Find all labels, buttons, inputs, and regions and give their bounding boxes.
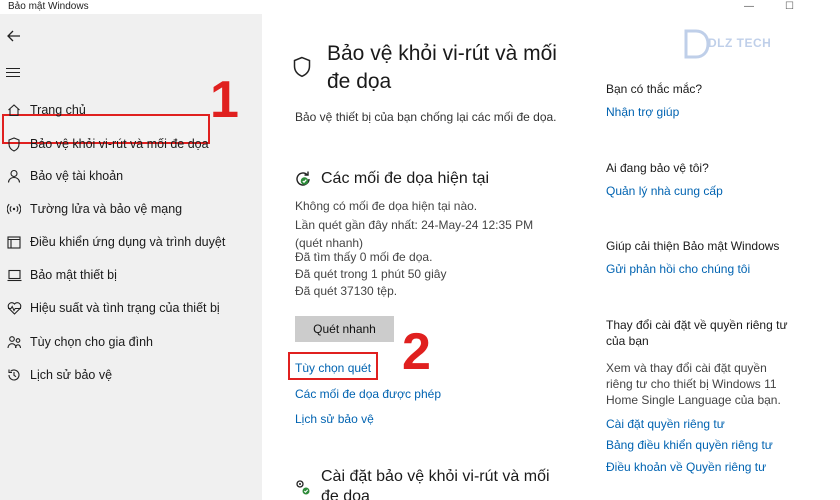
- sidebar-item-account-protection[interactable]: Bảo vệ tài khoản: [0, 160, 262, 192]
- sidebar-item-label: Điều khiển ứng dụng và trình duyệt: [30, 235, 226, 249]
- manage-providers-link[interactable]: Quản lý nhà cung cấp: [606, 184, 723, 198]
- window-title: Bảo mật Windows: [8, 1, 89, 12]
- threat-info-line: (quét nhanh): [295, 236, 364, 250]
- privacy-statement-link[interactable]: Điều khoản về Quyền riêng tư: [606, 460, 766, 474]
- history-icon: [6, 367, 22, 383]
- sidebar-item-label: Lịch sử bảo vệ: [30, 368, 113, 382]
- sidebar-item-label: Bảo vệ khỏi vi-rút và mối đe dọa: [30, 137, 209, 151]
- page-shield-icon: [292, 56, 312, 83]
- settings-heading: Cài đặt bảo vệ khỏi vi-rút và mối đe dọa: [321, 468, 550, 500]
- scan-options-link[interactable]: Tùy chọn quét: [295, 361, 371, 375]
- sidebar-item-label: Tùy chọn cho gia đình: [30, 335, 153, 349]
- sidebar-item-app-browser[interactable]: Điều khiển ứng dụng và trình duyệt: [0, 226, 262, 258]
- privacy-dashboard-link[interactable]: Bảng điều khiển quyền riêng tư: [606, 438, 773, 452]
- sidebar-item-device-health[interactable]: Hiệu suất và tình trạng của thiết bị: [0, 292, 262, 324]
- protection-history-link[interactable]: Lịch sử bảo vệ: [295, 412, 374, 426]
- laptop-icon: [6, 267, 22, 283]
- privacy-settings-link[interactable]: Cài đặt quyền riêng tư: [606, 417, 725, 431]
- threat-scan-icon: [294, 170, 312, 193]
- settings-gear-icon: [294, 478, 312, 500]
- app-browser-icon: [6, 234, 22, 250]
- family-icon: [6, 334, 22, 350]
- threat-info-line: Đã quét trong 1 phút 50 giây: [295, 267, 447, 281]
- page-description: Bảo vệ thiết bị của bạn chống lại các mố…: [295, 110, 557, 124]
- help-heading: Bạn có thắc mắc?: [606, 82, 703, 96]
- privacy-description: Xem và thay đổi cài đặt quyền riêng tư c…: [606, 361, 781, 407]
- sidebar-item-device-security[interactable]: Bảo mật thiết bị: [0, 259, 262, 291]
- watermark-text: DLZ TECH: [708, 36, 772, 50]
- get-help-link[interactable]: Nhận trợ giúp: [606, 105, 679, 119]
- wifi-icon: [6, 201, 22, 217]
- send-feedback-link[interactable]: Gửi phản hồi cho chúng tôi: [606, 262, 750, 276]
- threat-info-line: Không có mối đe dọa hiện tại nào.: [295, 199, 478, 213]
- threat-info-line: Đã quét 37130 tệp.: [295, 284, 398, 298]
- allowed-threats-link[interactable]: Các mối đe dọa được phép: [295, 387, 441, 401]
- menu-button[interactable]: [6, 68, 20, 78]
- page-title: Bảo vệ khỏi vi-rút và mối đe dọa: [327, 42, 557, 93]
- annotation-step-2: 2: [402, 323, 431, 381]
- threat-info-line: Lần quét gần đây nhất: 24-May-24 12:35 P…: [295, 218, 534, 232]
- sidebar-item-history[interactable]: Lịch sử bảo vệ: [0, 359, 262, 391]
- sidebar-item-label: Tường lửa và bảo vệ mạng: [30, 202, 183, 216]
- improve-heading: Giúp cải thiện Bảo mật Windows: [606, 239, 780, 253]
- title-bar: Bảo mật Windows — ☐: [0, 0, 840, 14]
- home-icon: [6, 102, 22, 118]
- watermark-logo: DLZ TECH: [682, 27, 792, 61]
- sidebar-item-virus-protection[interactable]: Bảo vệ khỏi vi-rút và mối đe dọa: [0, 128, 262, 160]
- back-button[interactable]: [5, 28, 23, 44]
- sidebar-item-label: Bảo mật thiết bị: [30, 268, 117, 282]
- sidebar-item-label: Trang chủ: [30, 103, 86, 117]
- who-protects-heading: Ai đang bảo vệ tôi?: [606, 161, 709, 175]
- sidebar-item-firewall[interactable]: Tường lửa và bảo vệ mạng: [0, 193, 262, 225]
- shield-icon: [6, 136, 22, 152]
- annotation-step-1: 1: [210, 71, 239, 129]
- privacy-heading: Thay đổi cài đặt về quyền riêng tư của b…: [606, 318, 788, 348]
- person-icon: [6, 168, 22, 184]
- quick-scan-button[interactable]: Quét nhanh: [295, 316, 394, 342]
- sidebar-item-label: Hiệu suất và tình trạng của thiết bị: [30, 301, 220, 315]
- back-arrow-icon: [7, 30, 20, 42]
- minimize-button[interactable]: —: [744, 0, 754, 14]
- heart-icon: [6, 300, 22, 316]
- maximize-button[interactable]: ☐: [785, 0, 794, 14]
- threat-info-line: Đã tìm thấy 0 mối đe dọa.: [295, 250, 433, 264]
- sidebar-item-label: Bảo vệ tài khoản: [30, 169, 124, 183]
- current-threats-heading: Các mối đe dọa hiện tại: [321, 170, 490, 187]
- sidebar-item-family[interactable]: Tùy chọn cho gia đình: [0, 326, 262, 358]
